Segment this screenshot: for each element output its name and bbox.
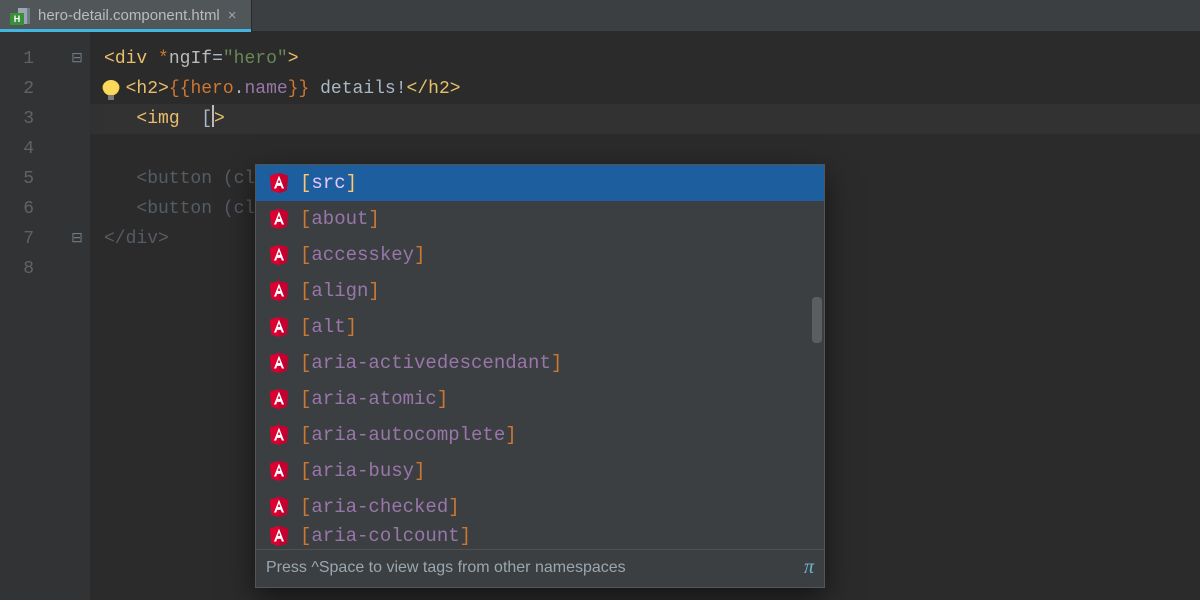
gutter: 1 ⊟ 2 3 4 5 6 7 ⊟ 8 (0, 32, 90, 600)
code-area[interactable]: <div *ngIf="hero"> <h2>{{hero.name}} det… (90, 32, 1200, 600)
line-number: 5 (0, 164, 90, 194)
completion-item-label: [alt] (300, 316, 357, 338)
code-line: <h2>{{hero.name}} details!</h2> (104, 74, 1200, 104)
completion-hint-text: Press ^Space to view tags from other nam… (266, 559, 626, 577)
code-line: <div *ngIf="hero"> (104, 44, 1200, 74)
intention-bulb-icon[interactable] (102, 80, 120, 98)
line-number: 6 (0, 194, 90, 224)
angular-icon (268, 316, 290, 338)
completion-item-label: [align] (300, 280, 380, 302)
fold-close-icon[interactable]: ⊟ (70, 232, 84, 246)
completion-item[interactable]: [aria-busy] (256, 453, 824, 489)
angular-icon (268, 388, 290, 410)
completion-item[interactable]: [alt] (256, 309, 824, 345)
completion-item-label: [src] (300, 172, 357, 194)
popup-scrollbar[interactable] (812, 297, 822, 600)
line-number: 1 ⊟ (0, 44, 90, 74)
angular-icon (268, 208, 290, 230)
completion-item-label: [accesskey] (300, 244, 425, 266)
completion-item-label: [aria-autocomplete] (300, 424, 517, 446)
completion-item-label: [aria-checked] (300, 496, 460, 518)
completion-item-label: [about] (300, 208, 380, 230)
completion-item-label: [aria-busy] (300, 460, 425, 482)
completion-item-label: [aria-atomic] (300, 388, 448, 410)
angular-icon (268, 525, 290, 547)
line-number: 7 ⊟ (0, 224, 90, 254)
editor-tab[interactable]: hero-detail.component.html × (0, 0, 252, 31)
angular-icon (268, 172, 290, 194)
html-file-icon (10, 8, 30, 24)
completion-list: [src] [about] [accesskey] [align] [alt] … (256, 165, 824, 549)
angular-icon (268, 280, 290, 302)
angular-icon (268, 460, 290, 482)
line-number: 2 (0, 74, 90, 104)
angular-icon (268, 424, 290, 446)
line-number: 8 (0, 254, 90, 284)
completion-item[interactable]: [aria-checked] (256, 489, 824, 525)
tab-bar: hero-detail.component.html × (0, 0, 1200, 32)
editor: 1 ⊟ 2 3 4 5 6 7 ⊟ 8 <div *ngIf="hero"> <… (0, 32, 1200, 600)
completion-popup: [src] [about] [accesskey] [align] [alt] … (255, 164, 825, 588)
completion-hint: Press ^Space to view tags from other nam… (256, 549, 824, 587)
completion-item[interactable]: [aria-atomic] (256, 381, 824, 417)
completion-item-label: [aria-colcount] (300, 525, 471, 547)
completion-item[interactable]: [accesskey] (256, 237, 824, 273)
line-number: 3 (0, 104, 90, 134)
angular-icon (268, 352, 290, 374)
line-number: 4 (0, 134, 90, 164)
angular-icon (268, 496, 290, 518)
completion-item[interactable]: [aria-colcount] (256, 525, 824, 549)
angular-icon (268, 244, 290, 266)
completion-item-label: [aria-activedescendant] (300, 352, 562, 374)
fold-open-icon[interactable]: ⊟ (70, 52, 84, 66)
code-line-current: <img [> (104, 104, 1200, 134)
popup-scrollbar-thumb[interactable] (812, 297, 822, 343)
code-line (104, 134, 1200, 164)
completion-item[interactable]: [aria-activedescendant] (256, 345, 824, 381)
close-icon[interactable]: × (228, 8, 237, 23)
completion-item[interactable]: [src] (256, 165, 824, 201)
completion-item[interactable]: [about] (256, 201, 824, 237)
tab-filename: hero-detail.component.html (38, 7, 220, 24)
completion-item[interactable]: [align] (256, 273, 824, 309)
completion-item[interactable]: [aria-autocomplete] (256, 417, 824, 453)
